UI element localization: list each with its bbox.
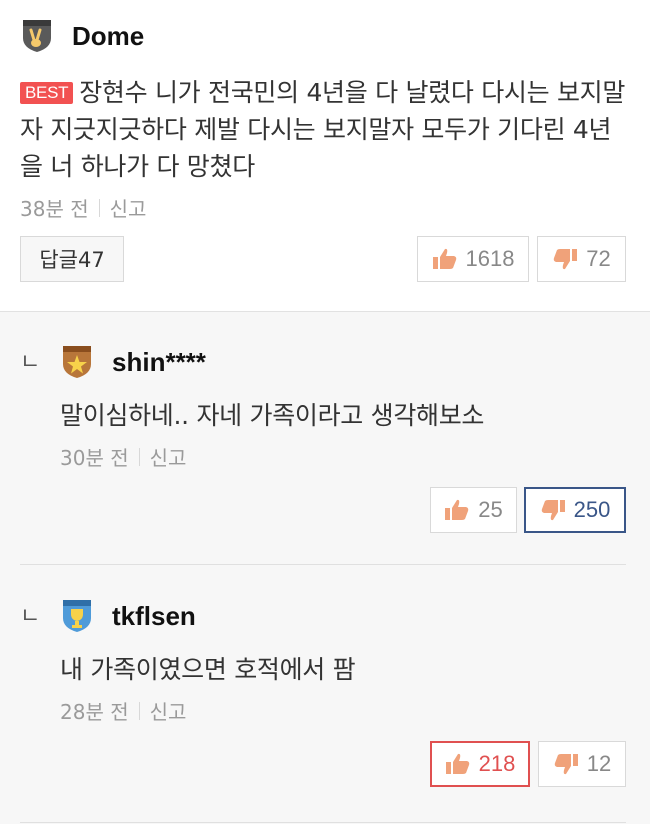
- dislike-button[interactable]: 72: [537, 236, 626, 282]
- star-badge-icon: [60, 344, 94, 380]
- dislike-count: 12: [586, 751, 612, 776]
- reply-item: ㄴ shin**** 말이심하네.. 자네 가족이라고 생각해보소 30분 전 …: [0, 312, 650, 566]
- reply-text: 내 가족이였으면 호적에서 팜: [60, 655, 356, 684]
- comment-text: 장현수 니가 전국민의 4년을 다 날렸다 다시는 보지말자 지긋지긋하다 제발…: [20, 78, 626, 181]
- reply-divider: [20, 822, 626, 823]
- reply-meta: 28분 전 신고: [60, 696, 626, 725]
- reply-divider: [20, 564, 626, 565]
- dislike-count: 250: [573, 497, 611, 522]
- reply-meta: 30분 전 신고: [60, 442, 626, 471]
- best-badge: BEST: [20, 82, 74, 104]
- username[interactable]: tkflsen: [112, 601, 196, 632]
- like-count: 1618: [465, 246, 515, 271]
- thumbs-up-icon: [432, 248, 456, 269]
- reply-count-button[interactable]: 답글47: [20, 236, 124, 282]
- timestamp: 28분 전: [60, 700, 129, 724]
- best-comment: Dome BEST 장현수 니가 전국민의 4년을 다 날렸다 다시는 보지말자 …: [0, 0, 650, 312]
- comment-actions: 답글47 1618 72: [20, 236, 626, 282]
- like-button[interactable]: 25: [430, 487, 517, 533]
- like-count: 25: [478, 497, 503, 522]
- comment-meta: 38분 전 신고: [20, 193, 630, 222]
- like-button[interactable]: 1618: [417, 236, 529, 282]
- timestamp: 38분 전: [20, 197, 89, 221]
- reply-text: 말이심하네.. 자네 가족이라고 생각해보소: [60, 401, 485, 430]
- report-link[interactable]: 신고: [150, 442, 187, 471]
- username[interactable]: shin****: [112, 347, 206, 378]
- dislike-count: 72: [586, 246, 611, 271]
- trophy-badge-icon: [60, 598, 94, 634]
- reply-header: tkflsen: [60, 598, 626, 634]
- thumbs-down-icon: [554, 754, 578, 775]
- like-button[interactable]: 218: [430, 741, 530, 787]
- timestamp: 30분 전: [60, 446, 129, 470]
- thumbs-down-icon: [541, 500, 565, 521]
- like-count: 218: [478, 751, 516, 776]
- thumbs-down-icon: [554, 249, 578, 270]
- thumbs-up-icon: [445, 499, 469, 520]
- reply-item: ㄴ tkflsen 내 가족이였으면 호적에서 팜 28분 전 신고 218 1…: [0, 566, 650, 824]
- reply-header: shin****: [60, 344, 626, 380]
- thumbs-up-icon: [445, 753, 469, 774]
- divider: [98, 198, 100, 217]
- report-link[interactable]: 신고: [150, 696, 187, 725]
- reply-arrow-icon: ㄴ: [20, 604, 41, 629]
- report-link[interactable]: 신고: [110, 193, 147, 222]
- divider: [138, 447, 140, 466]
- reply-list: ㄴ shin**** 말이심하네.. 자네 가족이라고 생각해보소 30분 전 …: [0, 312, 650, 824]
- comment-body: BEST 장현수 니가 전국민의 4년을 다 날렸다 다시는 보지말자 지긋지긋하…: [20, 74, 630, 185]
- dislike-button[interactable]: 12: [538, 741, 626, 787]
- username[interactable]: Dome: [72, 21, 144, 52]
- comment-header: Dome: [20, 18, 630, 54]
- victory-hand-badge-icon: [20, 18, 54, 54]
- reply-arrow-icon: ㄴ: [20, 350, 41, 375]
- divider: [138, 701, 140, 720]
- dislike-button[interactable]: 250: [524, 487, 626, 533]
